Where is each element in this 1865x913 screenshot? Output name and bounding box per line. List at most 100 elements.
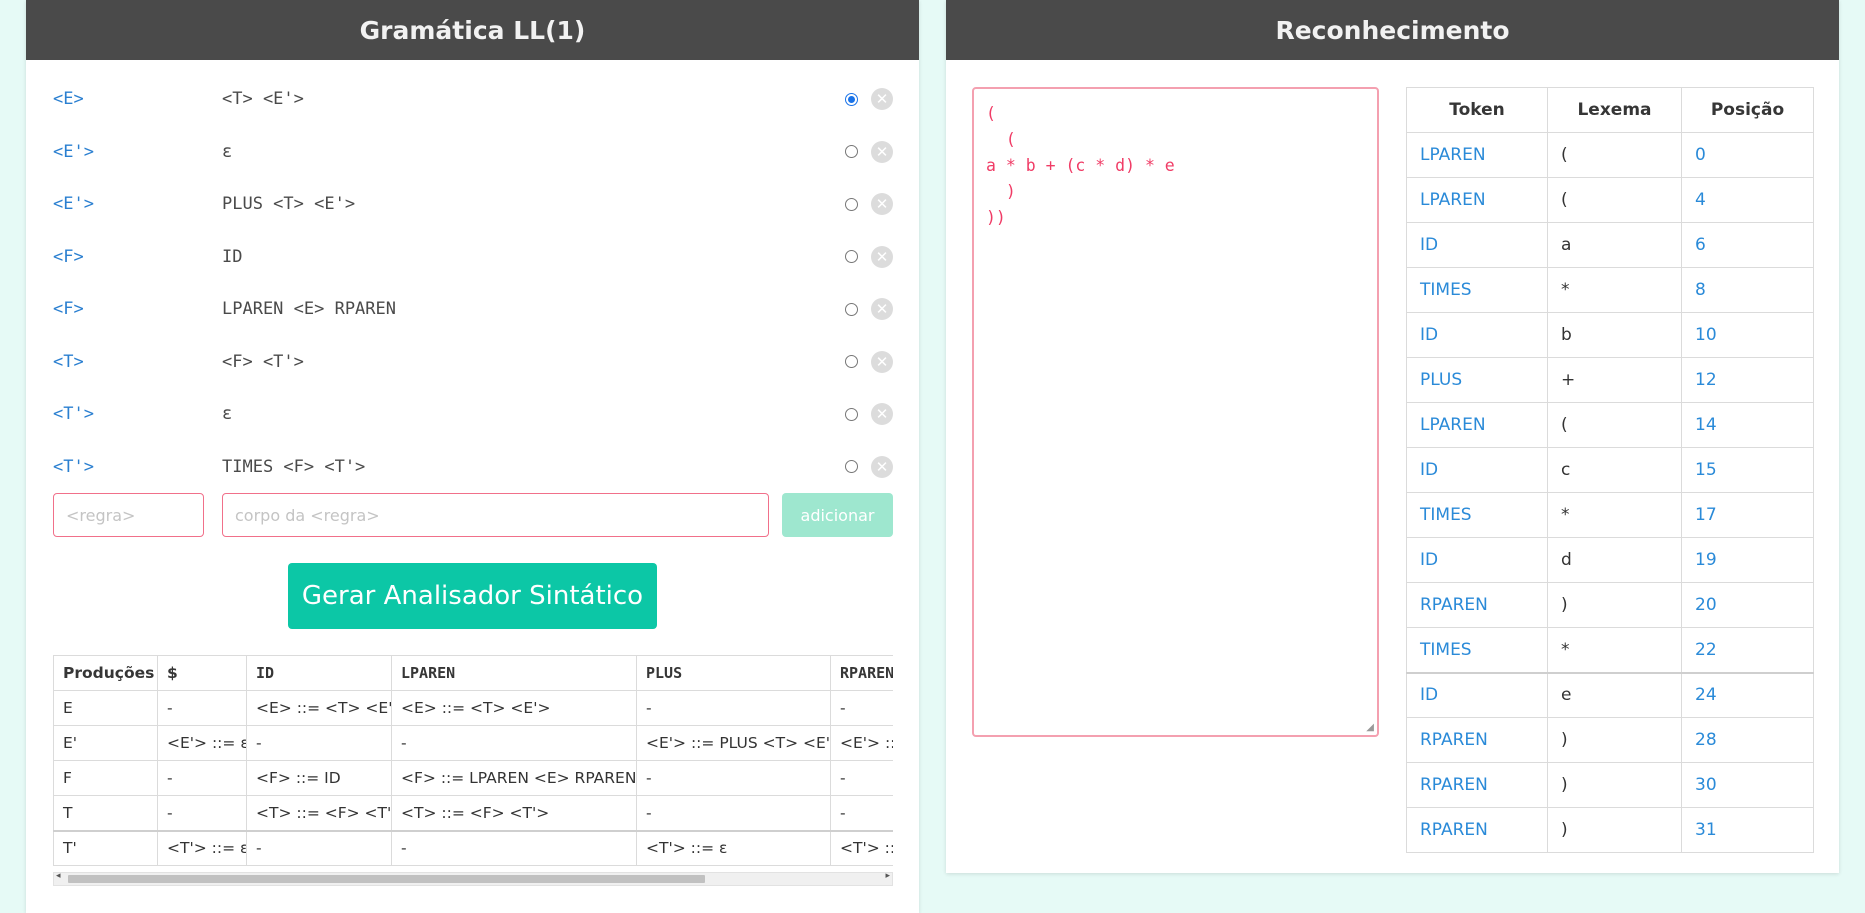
rule-body: <T> <E'> <box>222 89 304 109</box>
add-rule-button[interactable]: adicionar <box>782 493 893 537</box>
grammar-panel-title: Gramática LL(1) <box>26 0 919 60</box>
token-table-cell: 10 <box>1681 312 1814 358</box>
parse-table-cell: <T'> ::= ε <box>636 829 831 866</box>
parse-table-cell: <F> ::= LPAREN <E> RPAREN <box>391 760 637 796</box>
rule-row: <E> <T> <E'> ✕ <box>53 79 893 119</box>
rule-select-radio[interactable] <box>845 197 858 211</box>
token-table-row: RPAREN) 20 <box>1406 582 1814 628</box>
token-table-cell: 17 <box>1681 492 1814 538</box>
parse-table-cell: <E'> ::= PLUS <T> <E'> <box>636 725 831 761</box>
token-table-cell: 14 <box>1681 402 1814 448</box>
token-table-row: ID b 10 <box>1406 312 1814 358</box>
source-input-text[interactable]: ( ( a * b + (c * d) * e ) )) <box>974 89 1377 243</box>
delete-rule-icon[interactable]: ✕ <box>871 140 893 163</box>
parse-table-cell: - <box>246 829 392 866</box>
token-table-cell: RPAREN <box>1406 762 1548 808</box>
token-table-row: RPAREN) 30 <box>1406 762 1814 808</box>
token-table-cell: ( <box>1547 177 1682 223</box>
token-table-cell: 24 <box>1681 671 1814 718</box>
delete-rule-icon[interactable]: ✕ <box>871 403 893 425</box>
parse-table-cell: E <box>53 690 158 726</box>
parse-table-header: Produções <box>53 655 158 691</box>
parse-table-cell: <T'> ::= ε <box>157 829 247 866</box>
resize-handle-icon[interactable]: ◢ <box>1366 722 1374 733</box>
rule-head: <T'> <box>53 456 94 477</box>
rule-body: TIMES <F> <T'> <box>222 456 366 477</box>
rule-select-radio[interactable] <box>845 407 858 421</box>
token-table-cell: c <box>1547 447 1682 493</box>
delete-rule-icon[interactable]: ✕ <box>871 245 893 268</box>
rule-row: <F> ID ✕ <box>53 237 893 277</box>
delete-rule-icon[interactable]: ✕ <box>871 88 893 110</box>
delete-rule-icon[interactable]: ✕ <box>871 455 893 478</box>
parse-table-header: ID <box>246 655 392 691</box>
token-table-cell: LPAREN <box>1406 132 1548 178</box>
parse-table-cell: - <box>246 725 392 761</box>
token-table-row: TIMES * 8 <box>1406 267 1814 313</box>
rule-name-input[interactable] <box>53 493 204 537</box>
rule-head: <F> <box>53 246 84 267</box>
scroll-left-icon[interactable]: ◂ <box>56 871 61 881</box>
parse-table-scrollbar[interactable]: ◂ ▸ <box>53 871 893 886</box>
rule-body: <F> <T'> <box>222 351 304 372</box>
parse-table-cell: - <box>636 690 831 726</box>
scrollbar-thumb[interactable] <box>68 875 705 883</box>
parse-table-cell: - <box>157 690 247 726</box>
parse-table-cell: <T> ::= <F> <T'> <box>391 795 637 831</box>
token-table-cell: TIMES <box>1406 267 1548 313</box>
parse-table-row: T'<T'> ::= ε--<T'> ::= ε<T'> ::= ε <box>53 829 893 866</box>
source-input-textarea[interactable]: ( ( a * b + (c * d) * e ) )) ◢ <box>972 87 1379 737</box>
token-table-row: TIMES * 22 <box>1406 627 1814 673</box>
token-table: Token Lexema Posição LPAREN(0 LPAREN(4 ID a 6 T… <box>1406 87 1814 853</box>
parse-table-header: LPAREN <box>391 655 637 691</box>
token-table-cell: 15 <box>1681 447 1814 493</box>
parse-table-cell: <T'> ::= ε <box>830 829 893 866</box>
token-table-cell: d <box>1547 537 1682 583</box>
token-table-cell: 6 <box>1681 222 1814 268</box>
token-table-container: Token Lexema Posição LPAREN(0 LPAREN(4 ID a 6 T… <box>1406 87 1814 853</box>
token-table-cell: 20 <box>1681 582 1814 628</box>
token-table-cell: 8 <box>1681 267 1814 313</box>
parse-table-cell: E' <box>53 725 158 761</box>
rule-select-radio[interactable] <box>845 92 858 106</box>
rule-head: <T> <box>53 351 84 372</box>
token-table-cell: RPAREN <box>1406 807 1548 853</box>
rule-body-input[interactable] <box>222 493 769 537</box>
rule-row: <F> LPAREN <E> RPAREN ✕ <box>53 289 893 329</box>
delete-rule-icon[interactable]: ✕ <box>871 298 893 320</box>
generate-parser-button[interactable]: Gerar Analisador Sintático <box>288 563 657 629</box>
token-table-cell: * <box>1547 492 1682 538</box>
token-table-cell: b <box>1547 312 1682 358</box>
rule-select-radio[interactable] <box>845 145 858 158</box>
rule-select-radio[interactable] <box>845 460 858 473</box>
rule-head: <E'> <box>53 194 94 214</box>
parse-table-cell: - <box>636 795 831 831</box>
token-table-cell: 30 <box>1681 762 1814 808</box>
rule-body: ID <box>222 246 243 267</box>
token-table-row: PLUS +12 <box>1406 357 1814 403</box>
token-table-row: RPAREN) 28 <box>1406 717 1814 763</box>
rule-head: <T'> <box>53 404 94 424</box>
rule-select-radio[interactable] <box>845 250 858 263</box>
token-table-cell: TIMES <box>1406 627 1548 673</box>
delete-rule-icon[interactable]: ✕ <box>871 350 893 373</box>
rule-row: <T'> ε ✕ <box>53 394 893 434</box>
token-table-row: LPAREN(4 <box>1406 177 1814 223</box>
token-table-cell: ID <box>1406 671 1548 718</box>
delete-rule-icon[interactable]: ✕ <box>871 193 893 215</box>
parse-table-cell: <F> ::= ID <box>246 760 392 796</box>
parse-table-cell: - <box>157 795 247 831</box>
parse-table-cell: <E> ::= <T> <E'> <box>391 690 637 726</box>
parse-table-cell: - <box>830 760 893 796</box>
parse-table-header: RPAREN <box>830 655 893 691</box>
token-table-cell: ID <box>1406 312 1548 358</box>
recognition-panel-title: Reconhecimento <box>946 0 1839 60</box>
rule-head: <E'> <box>53 141 94 162</box>
rule-select-radio[interactable] <box>845 355 858 368</box>
rule-select-radio[interactable] <box>845 302 858 316</box>
token-table-cell: ID <box>1406 222 1548 268</box>
token-table-row: ID d 19 <box>1406 537 1814 583</box>
parse-table-cell: - <box>391 829 637 866</box>
scroll-right-icon[interactable]: ▸ <box>885 871 890 881</box>
parse-table-container: Produções $ ID LPAREN PLUS RPAREN E - <E> ::= <… <box>53 655 893 887</box>
